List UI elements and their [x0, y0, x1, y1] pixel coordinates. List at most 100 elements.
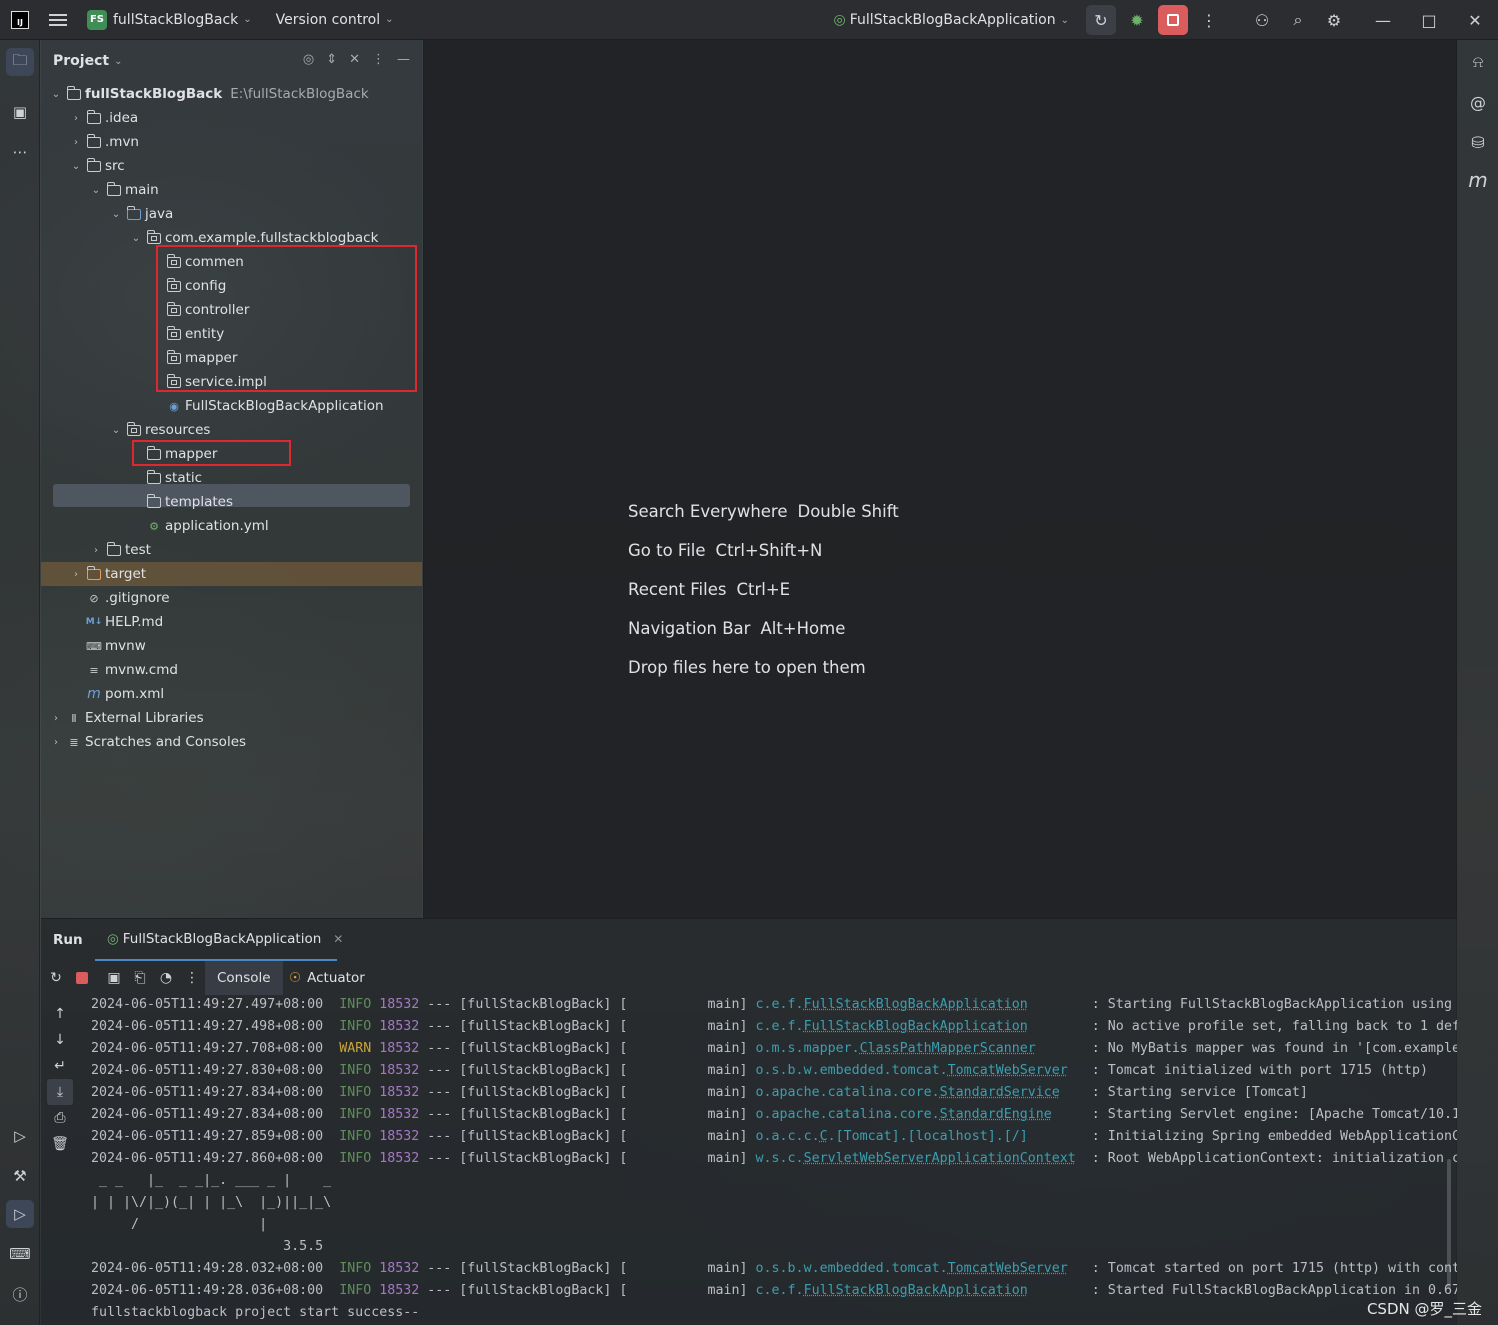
tree-item-root[interactable]: ⌄ fullStackBlogBack E:\fullStackBlogBack	[41, 82, 422, 106]
logger-class-link[interactable]: StandardEngine	[940, 1107, 1052, 1122]
console-tab[interactable]: Console	[205, 961, 283, 995]
log-logger[interactable]: o.apache.catalina.core.StandardEngine	[756, 1107, 1052, 1122]
expand-all-icon[interactable]: ⇕	[326, 52, 337, 67]
console-scrollbar[interactable]	[1447, 1159, 1451, 1289]
settings-gear-icon[interactable]: ⚙	[1319, 5, 1349, 35]
screenshot-icon[interactable]: ▣	[101, 970, 127, 986]
collapse-all-icon[interactable]: ✕	[349, 52, 360, 67]
ai-assistant-icon[interactable]: @	[1464, 88, 1492, 116]
tree-item-external-libraries[interactable]: › Ⅱ External Libraries	[41, 706, 422, 730]
version-control-menu[interactable]: Version control	[276, 12, 380, 28]
chevron-down-icon[interactable]: ⌄	[109, 209, 123, 220]
logger-class-link[interactable]: FullStackBlogBackApplication	[804, 1283, 1028, 1298]
close-tab-icon[interactable]: ✕	[333, 932, 343, 946]
chevron-down-icon[interactable]: ⌄	[114, 56, 122, 67]
tree-item-mvnw[interactable]: ⌨ mvnw	[41, 634, 422, 658]
chevron-right-icon[interactable]: ›	[89, 545, 103, 556]
main-menu-icon[interactable]	[49, 13, 67, 26]
rerun-icon[interactable]: ↻	[1086, 5, 1116, 35]
project-view-selector[interactable]: Project	[53, 53, 109, 69]
more-options-icon[interactable]: ⋮	[179, 970, 205, 986]
chevron-right-icon[interactable]: ›	[49, 713, 63, 724]
logger-class-link[interactable]: TomcatWebServer	[948, 1261, 1068, 1276]
rerun-icon[interactable]: ↻	[43, 970, 69, 986]
logger-class-link[interactable]: StandardService	[940, 1085, 1060, 1100]
options-icon[interactable]: ⋮	[372, 52, 385, 67]
log-logger[interactable]: o.s.b.w.embedded.tomcat.TomcatWebServer	[756, 1261, 1068, 1276]
clear-all-icon[interactable]: 🗑	[41, 1131, 79, 1157]
tree-item-mvnw-cmd[interactable]: ≡ mvnw.cmd	[41, 658, 422, 682]
log-logger[interactable]: w.s.c.ServletWebServerApplicationContext	[756, 1151, 1076, 1166]
select-opened-file-icon[interactable]: ◎	[303, 52, 314, 67]
build-hammer-icon[interactable]: ⚒	[6, 1162, 34, 1190]
scroll-down-icon[interactable]: ↓	[41, 1027, 79, 1053]
log-logger[interactable]: c.e.f.FullStackBlogBackApplication	[756, 997, 1028, 1012]
chevron-down-icon[interactable]: ⌄	[69, 161, 83, 172]
scroll-to-end-icon[interactable]: ⤓	[47, 1079, 73, 1105]
log-logger[interactable]: o.a.c.c.C.[Tomcat].[localhost].[/]	[756, 1129, 1028, 1144]
tree-item-src[interactable]: ⌄ src	[41, 154, 422, 178]
chevron-down-icon[interactable]: ⌄	[109, 425, 123, 436]
run-icon[interactable]: ▷	[6, 1200, 34, 1228]
chevron-down-icon[interactable]: ⌄	[243, 14, 251, 25]
log-logger[interactable]: o.s.b.w.embedded.tomcat.TomcatWebServer	[756, 1063, 1068, 1078]
tree-item-static[interactable]: static	[41, 466, 422, 490]
structure-icon[interactable]: ▣	[6, 98, 34, 126]
log-logger[interactable]: o.apache.catalina.core.StandardService	[756, 1085, 1060, 1100]
stop-icon[interactable]	[76, 972, 88, 984]
tree-item-application-yml[interactable]: ⚙ application.yml	[41, 514, 422, 538]
logger-class-link[interactable]: ClassPathMapperScanner	[860, 1041, 1036, 1056]
chevron-down-icon[interactable]: ⌄	[385, 14, 393, 25]
restore-layout-icon[interactable]: ⎗	[127, 970, 153, 986]
tree-item-idea[interactable]: › .idea	[41, 106, 422, 130]
chevron-right-icon[interactable]: ›	[49, 737, 63, 748]
tree-item-main[interactable]: ⌄ main	[41, 178, 422, 202]
maven-icon[interactable]: m	[1464, 166, 1492, 194]
database-icon[interactable]: ⛁	[1464, 128, 1492, 156]
services-icon[interactable]: ▷	[6, 1122, 34, 1150]
tree-item-resources[interactable]: ⌄ resources	[41, 418, 422, 442]
search-icon[interactable]: ⌕	[1283, 5, 1313, 35]
chevron-right-icon[interactable]: ›	[69, 137, 83, 148]
tree-item-scratches[interactable]: › ≣ Scratches and Consoles	[41, 730, 422, 754]
more-actions-icon[interactable]: ⋮	[1194, 5, 1224, 35]
chevron-down-icon[interactable]: ⌄	[89, 185, 103, 196]
tree-item-help-md[interactable]: M↓ HELP.md	[41, 610, 422, 634]
tree-item-mvn[interactable]: › .mvn	[41, 130, 422, 154]
logger-class-link[interactable]: FullStackBlogBackApplication	[804, 997, 1028, 1012]
debug-icon[interactable]: ✹	[1122, 5, 1152, 35]
tree-item-target[interactable]: › target	[41, 562, 422, 586]
logger-class-link[interactable]: ServletWebServerApplicationContext	[804, 1151, 1076, 1166]
print-icon[interactable]: ⎙	[41, 1105, 79, 1131]
hide-panel-icon[interactable]: —	[397, 52, 410, 67]
intellij-logo-icon[interactable]: IJ	[11, 10, 29, 29]
maximize-window-button[interactable]: □	[1406, 0, 1452, 40]
project-badge[interactable]: FS	[87, 9, 107, 30]
console-output[interactable]: 2024-06-05T11:49:27.497+08:00 INFO 18532…	[91, 994, 1457, 1325]
run-configuration-selector[interactable]: ◎ FullStackBlogBackApplication ⌄	[834, 12, 1069, 28]
add-user-icon[interactable]: ⚇	[1247, 5, 1277, 35]
notifications-bell-icon[interactable]: ⍾	[1464, 48, 1492, 76]
tree-item-pom-xml[interactable]: m pom.xml	[41, 682, 422, 706]
tree-item-application-class[interactable]: ◉ FullStackBlogBackApplication	[41, 394, 422, 418]
chevron-right-icon[interactable]: ›	[69, 113, 83, 124]
performance-icon[interactable]: ◔	[153, 970, 179, 986]
logger-class-link[interactable]: TomcatWebServer	[948, 1063, 1068, 1078]
stop-button[interactable]	[1158, 5, 1188, 35]
scroll-up-icon[interactable]: ↑	[41, 1001, 79, 1027]
soft-wrap-icon[interactable]: ↵	[41, 1053, 79, 1079]
logger-class-link[interactable]: C	[820, 1129, 828, 1144]
chevron-down-icon[interactable]: ⌄	[129, 233, 143, 244]
project-folder-icon[interactable]: 🗀	[6, 48, 34, 76]
tree-item-java[interactable]: ⌄ java	[41, 202, 422, 226]
chevron-down-icon[interactable]: ⌄	[49, 89, 63, 100]
chevron-right-icon[interactable]: ›	[69, 569, 83, 580]
tree-item-gitignore[interactable]: ⊘ .gitignore	[41, 586, 422, 610]
minimize-window-button[interactable]: —	[1360, 0, 1406, 40]
log-logger[interactable]: o.m.s.mapper.ClassPathMapperScanner	[756, 1041, 1036, 1056]
problems-icon[interactable]: ⓘ	[6, 1280, 34, 1308]
tree-item-templates[interactable]: templates	[41, 490, 422, 514]
log-logger[interactable]: c.e.f.FullStackBlogBackApplication	[756, 1283, 1028, 1298]
run-tab-application[interactable]: ◎ FullStackBlogBackApplication ✕	[95, 919, 343, 961]
project-selector[interactable]: fullStackBlogBack	[113, 12, 238, 28]
